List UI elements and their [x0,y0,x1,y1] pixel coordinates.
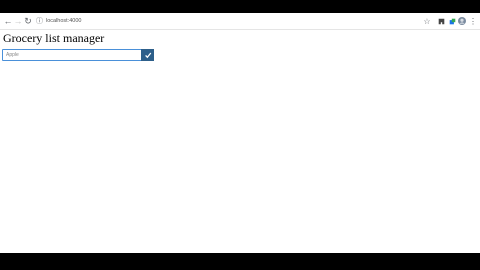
add-item-button[interactable] [141,49,154,61]
forward-arrow-icon[interactable]: → [13,13,23,29]
puzzle-icon[interactable] [447,16,457,26]
grocery-item-input[interactable] [2,49,142,61]
kebab-menu-icon[interactable]: ⋮ [468,16,478,26]
back-arrow-icon[interactable]: ← [3,13,13,29]
browser-toolbar: ← → ↻ ⓘ localhost:4000 ☆ ⋮ [0,13,480,30]
extension-icon[interactable] [436,16,446,26]
page-title: Grocery list manager [3,31,105,45]
star-icon[interactable]: ☆ [422,16,432,26]
info-icon[interactable]: ⓘ [35,16,44,26]
check-icon [144,52,151,59]
browser-window: ← → ↻ ⓘ localhost:4000 ☆ ⋮ Grocery list … [0,13,480,253]
address-bar-url: localhost:4000 [46,18,82,24]
address-bar[interactable]: ⓘ localhost:4000 [35,15,433,27]
avatar-icon[interactable] [457,16,467,26]
page-content: Grocery list manager [0,30,480,253]
reload-icon[interactable]: ↻ [23,13,33,29]
